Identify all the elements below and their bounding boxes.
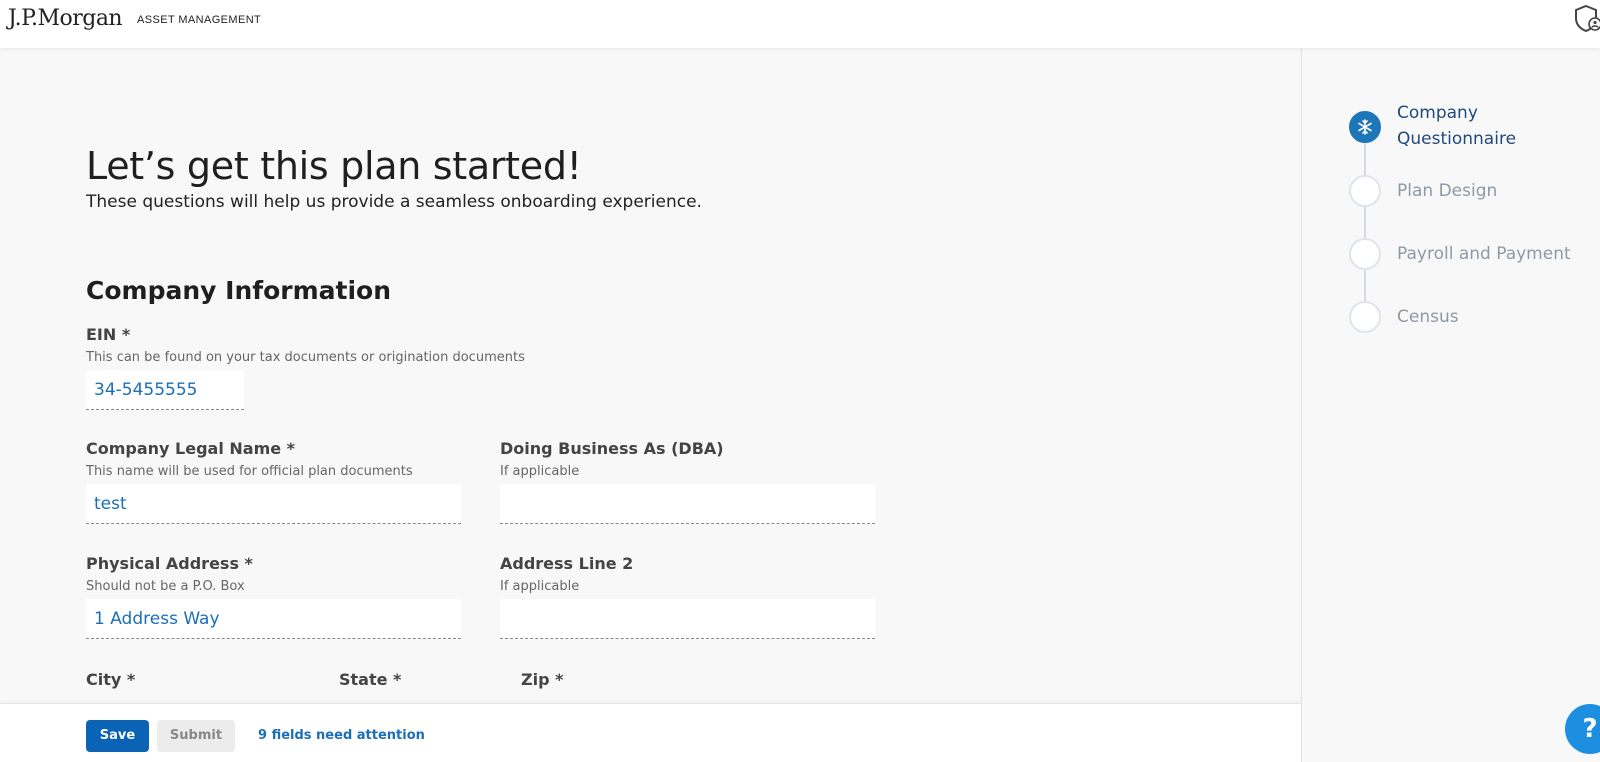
ein-label: EIN *	[86, 325, 131, 344]
step-3-label[interactable]: Payroll and Payment	[1397, 241, 1571, 267]
save-button[interactable]: Save	[86, 720, 149, 752]
address2-help: If applicable	[500, 579, 580, 594]
main-content: Let’s get this plan started! These quest…	[0, 48, 1301, 762]
address-input[interactable]: 1 Address Way	[86, 599, 461, 639]
step-4-circle[interactable]	[1349, 301, 1381, 333]
legal-name-help: This name will be used for official plan…	[86, 464, 413, 479]
dba-label: Doing Business As (DBA)	[500, 439, 724, 458]
address2-label: Address Line 2	[500, 554, 634, 573]
address2-input[interactable]	[500, 599, 875, 639]
city-label: City *	[86, 670, 136, 689]
page-subtitle: These questions will help us provide a s…	[86, 192, 702, 212]
submit-button[interactable]: Submit	[157, 720, 235, 752]
state-label: State *	[339, 670, 402, 689]
address-label: Physical Address *	[86, 554, 253, 573]
page-title: Let’s get this plan started!	[86, 144, 582, 188]
zip-label: Zip *	[521, 670, 564, 689]
ein-help: This can be found on your tax documents …	[86, 350, 525, 365]
dba-input[interactable]	[500, 484, 875, 524]
security-shield-icon[interactable]	[1574, 4, 1600, 34]
legal-name-input[interactable]: test	[86, 484, 461, 524]
brand-subtitle: ASSET MANAGEMENT	[137, 14, 262, 26]
top-bar: J.P.Morgan ASSET MANAGEMENT	[0, 0, 1600, 48]
brand-logo[interactable]: J.P.Morgan	[8, 6, 123, 31]
dba-help: If applicable	[500, 464, 580, 479]
step-1-label-line2: Questionnaire	[1397, 129, 1517, 149]
bottom-action-bar: Save Submit 9 fields need attention	[0, 703, 1301, 762]
step-3-circle[interactable]	[1349, 238, 1381, 270]
step-2-label[interactable]: Plan Design	[1397, 178, 1497, 204]
fields-attention-link[interactable]: 9 fields need attention	[258, 728, 425, 743]
legal-name-label: Company Legal Name *	[86, 439, 296, 458]
stepper-line	[1364, 142, 1366, 322]
progress-sidebar	[1301, 48, 1600, 762]
step-1-snowflake-icon[interactable]	[1349, 111, 1381, 143]
step-1-label[interactable]: Company Questionnaire	[1397, 100, 1516, 152]
ein-input[interactable]: 34-5455555	[86, 370, 244, 410]
step-1-label-line1: Company	[1397, 103, 1478, 123]
step-2-circle[interactable]	[1349, 175, 1381, 207]
step-4-label[interactable]: Census	[1397, 304, 1459, 330]
address-help: Should not be a P.O. Box	[86, 579, 245, 594]
section-title: Company Information	[86, 276, 392, 305]
